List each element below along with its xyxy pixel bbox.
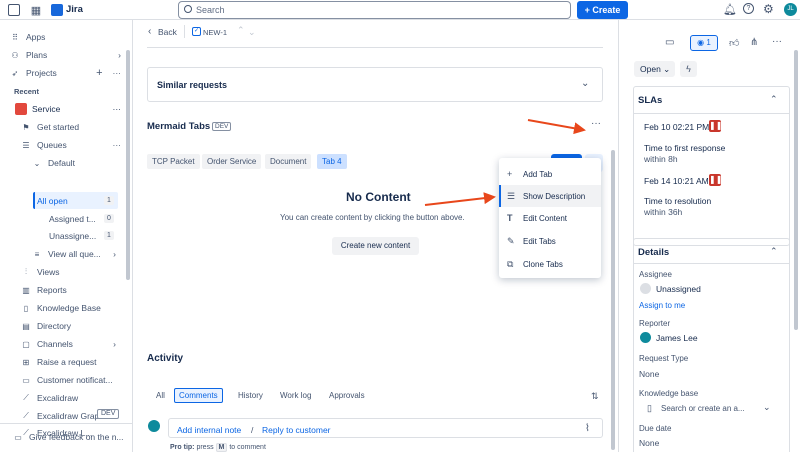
annotation-arrow: [424, 192, 496, 206]
automation-button[interactable]: ϟ: [680, 61, 697, 77]
knowledge-base-label: Knowledge base: [639, 389, 699, 398]
due-date-value[interactable]: None: [639, 438, 659, 448]
assignee-label: Assignee: [639, 270, 672, 279]
sla-paused-icon: ❚❚: [709, 174, 723, 186]
status-value: Open: [640, 64, 661, 74]
chevron-down-icon: ⌄: [663, 64, 671, 74]
assignee-value[interactable]: Unassigned: [656, 284, 701, 294]
reporter-label: Reporter: [639, 319, 671, 328]
watch-count: 1: [706, 38, 711, 47]
due-date-label: Due date: [639, 424, 672, 433]
annotation-arrow: [527, 119, 586, 135]
unassigned-avatar-icon: [640, 283, 651, 294]
divider: [634, 113, 789, 114]
details-panel: Details ⌃ Assignee Unassigned Assign to …: [633, 238, 790, 452]
chevron-up-icon[interactable]: ⌃: [770, 246, 778, 257]
request-type-value[interactable]: None: [639, 369, 659, 379]
like-icon[interactable]: 👍︎: [729, 37, 739, 49]
details-title: Details: [638, 247, 670, 258]
sla-date: Feb 14 10:21 AM: [644, 176, 709, 186]
right-panel: ▭ ◉ 1 👍︎ ⋔ ··· Open ⌄ ϟ SLAs ⌃ Feb 10 02…: [618, 20, 800, 452]
divider: [634, 263, 789, 264]
sla-date: Feb 10 02:21 PM: [644, 122, 710, 132]
slas-title: SLAs: [638, 95, 663, 106]
book-icon: ▯: [647, 403, 652, 413]
chevron-up-icon[interactable]: ⌃: [770, 94, 778, 105]
more-actions-icon[interactable]: ···: [772, 36, 782, 47]
reporter-avatar: [640, 332, 651, 343]
sla-label: Time to resolution: [644, 196, 712, 206]
share-icon[interactable]: ⋔: [750, 37, 758, 48]
assign-to-me-link[interactable]: Assign to me: [639, 301, 685, 310]
reporter-value[interactable]: James Lee: [656, 333, 698, 343]
right-scrollbar[interactable]: [794, 50, 798, 330]
slas-panel: SLAs ⌃ Feb 10 02:21 PM ❚❚ Time to first …: [633, 86, 790, 246]
request-type-label: Request Type: [639, 354, 689, 363]
sla-paused-icon: ❚❚: [709, 120, 723, 132]
sla-within: within 36h: [644, 207, 683, 217]
knowledge-base-select[interactable]: Search or create an a...: [661, 404, 745, 413]
sla-within: within 8h: [644, 154, 678, 164]
status-dropdown[interactable]: Open ⌄: [634, 61, 675, 77]
watch-button[interactable]: ◉ 1: [690, 35, 718, 51]
feedback-icon[interactable]: ▭: [665, 37, 674, 48]
sla-label: Time to first response: [644, 143, 726, 153]
chevron-down-icon[interactable]: ⌄: [763, 402, 771, 413]
eye-icon: ◉: [697, 38, 705, 47]
